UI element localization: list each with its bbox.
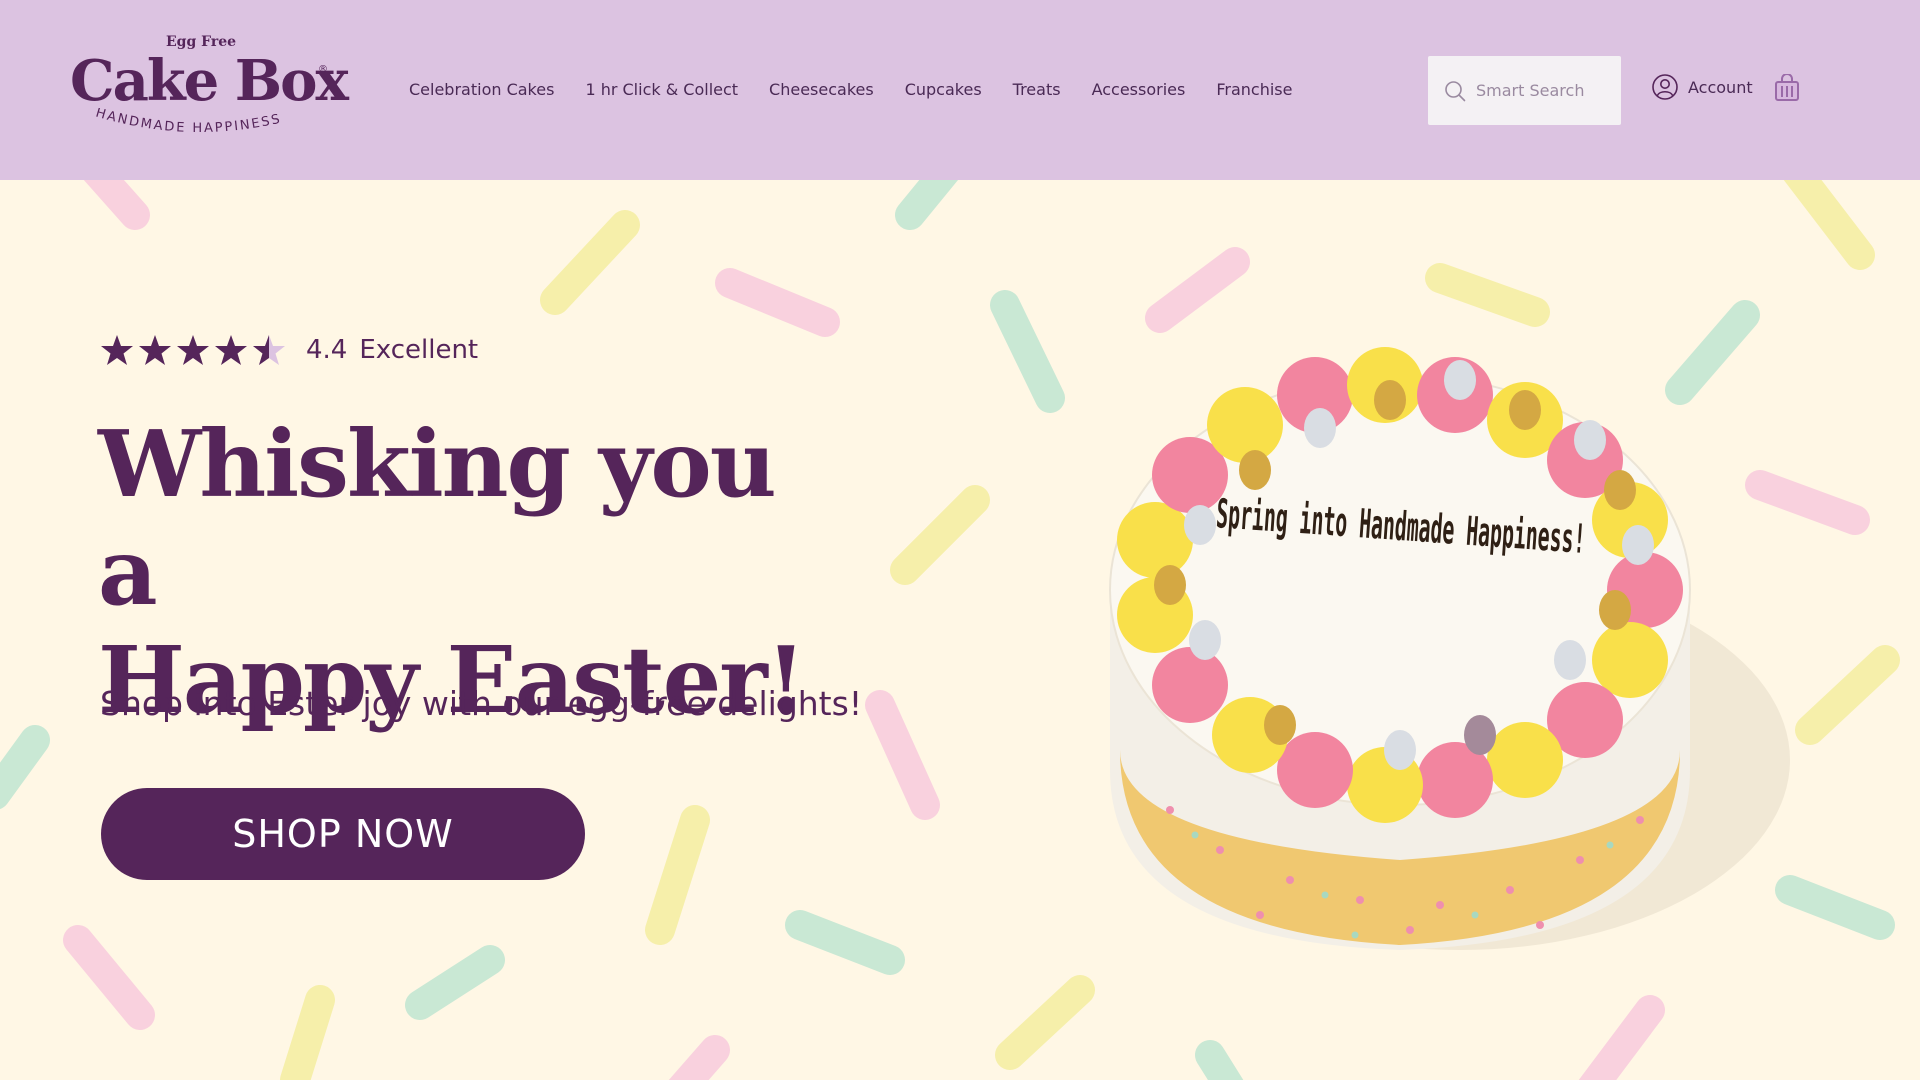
registered-mark: ® [318,64,328,75]
nav-cheesecakes[interactable]: Cheesecakes [769,80,874,99]
star-icon [215,335,247,365]
rating-label: Excellent [359,335,479,365]
logo-tagline: HANDMADE HAPPINESS [94,108,281,136]
half-star-icon [253,335,285,365]
smart-search-box[interactable] [1428,56,1621,125]
cake-box-logo[interactable]: Egg Free Cake Box ® HANDMADE HAPPINESS [70,34,349,144]
hero-subline: Shop into Ester joy with our egg-free de… [100,684,863,723]
star-icon [177,335,209,365]
star-icon [139,335,171,365]
shop-now-button[interactable]: SHOP NOW [101,788,585,880]
logo-arc-tagline: HANDMADE HAPPINESS [94,108,283,136]
svg-text:HANDMADE HAPPINESS: HANDMADE HAPPINESS [94,108,283,136]
star-icon [101,335,133,365]
logo-brand-text: Cake Box [70,48,349,114]
search-input[interactable] [1476,81,1616,100]
rating-score: 4.4 [306,335,348,365]
star-rating [100,334,286,366]
user-icon [1652,74,1678,100]
account-label: Account [1688,77,1753,97]
basket-icon [1775,73,1799,101]
nav-celebration-cakes[interactable]: Celebration Cakes [409,80,554,99]
headline-line-1: Whisking you a [98,410,777,626]
nav-franchise[interactable]: Franchise [1216,80,1292,99]
nav-click-collect[interactable]: 1 hr Click & Collect [585,80,738,99]
site-header: Egg Free Cake Box ® HANDMADE HAPPINESS C… [0,0,1920,180]
basket-button[interactable] [1774,73,1800,106]
nav-cupcakes[interactable]: Cupcakes [905,80,982,99]
nav-treats[interactable]: Treats [1013,80,1061,99]
search-icon [1445,80,1466,101]
main-nav: Celebration Cakes 1 hr Click & Collect C… [409,80,1323,99]
account-link[interactable]: Account [1652,74,1753,100]
rating-row: 4.4 Excellent [100,334,478,366]
easter-cake-image: Spring into Handmade Happiness! [1080,340,1800,980]
cake-illustration: Spring into Handmade Happiness! [1109,347,1790,950]
nav-accessories[interactable]: Accessories [1092,80,1186,99]
